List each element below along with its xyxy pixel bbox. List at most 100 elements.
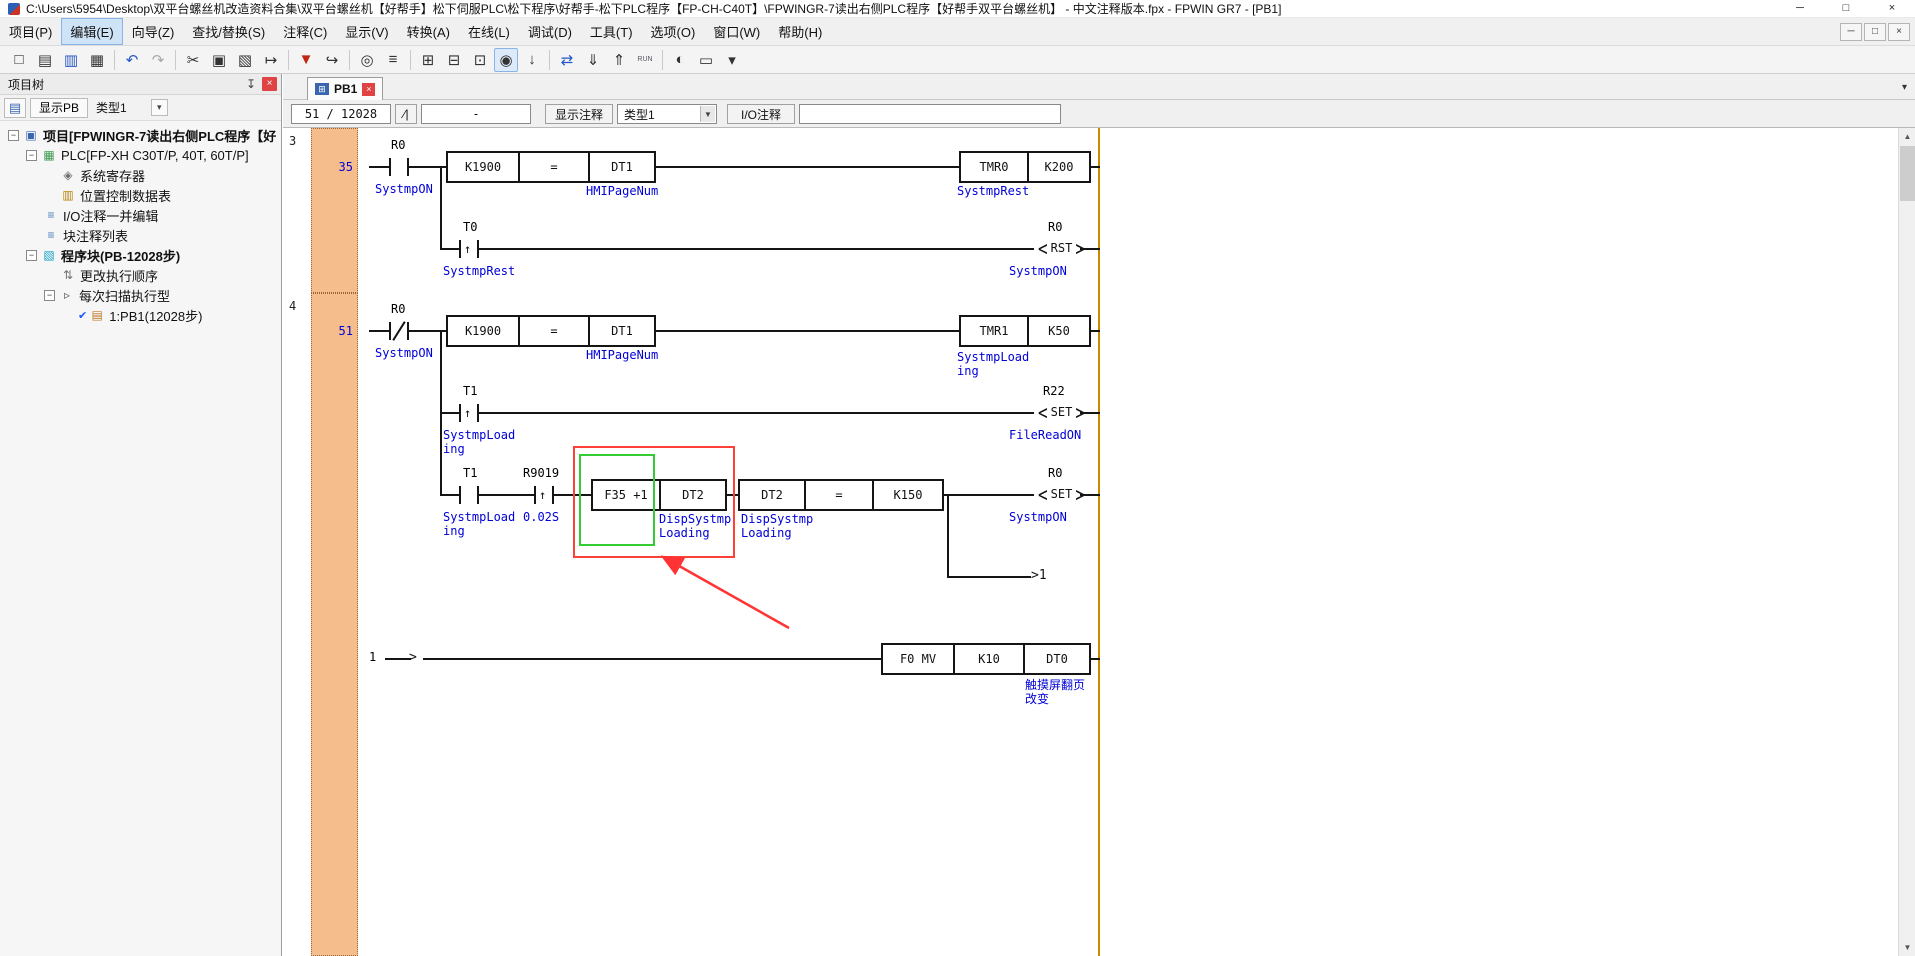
expander-icon[interactable]: − bbox=[26, 150, 37, 161]
block-cell[interactable]: K10 bbox=[953, 645, 1023, 673]
compare-block[interactable]: DT2 = K150 bbox=[738, 479, 944, 511]
io-comment-button[interactable]: I/O注释 bbox=[727, 104, 795, 124]
menu-item-options[interactable]: 选项(O) bbox=[642, 18, 705, 45]
comment-type-combo[interactable]: 类型1 ▼ bbox=[617, 104, 717, 124]
contact-rising-R9019[interactable]: ↑ bbox=[534, 486, 554, 504]
minimize-button[interactable]: ─ bbox=[1777, 0, 1823, 17]
upload-from-plc-icon[interactable]: ⇑ bbox=[607, 48, 631, 72]
menu-item-window[interactable]: 窗口(W) bbox=[704, 18, 769, 45]
block-cell[interactable]: = bbox=[518, 153, 588, 181]
grid-expand-icon[interactable]: ⊞ bbox=[416, 48, 440, 72]
block-cell[interactable]: F0 MV bbox=[883, 645, 953, 673]
block-cell[interactable]: TMR1 bbox=[961, 317, 1027, 345]
tree-item-plc[interactable]: − ▦ PLC[FP-XH C30T/P, 40T, 60T/P] bbox=[0, 145, 281, 165]
device-monitor-icon[interactable]: ▭ bbox=[694, 48, 718, 72]
tree-item-scan-type[interactable]: − ▹ 每次扫描执行型 bbox=[0, 285, 281, 305]
cursor-device-field[interactable]: - bbox=[421, 104, 531, 124]
copy-icon[interactable]: ▣ bbox=[207, 48, 231, 72]
more-tools-icon[interactable]: ▾ bbox=[720, 48, 744, 72]
mdi-close-button[interactable]: × bbox=[1888, 23, 1910, 41]
tree-item-change-order[interactable]: ⇅ 更改执行顺序 bbox=[0, 265, 281, 285]
compare-block[interactable]: K1900 = DT1 bbox=[446, 151, 656, 183]
online-switch-icon[interactable]: ⇄ bbox=[555, 48, 579, 72]
redo-icon[interactable]: ↷ bbox=[146, 48, 170, 72]
block-cell[interactable]: TMR0 bbox=[961, 153, 1027, 181]
block-cell[interactable]: = bbox=[518, 317, 588, 345]
menu-item-convert[interactable]: 转换(A) bbox=[398, 18, 459, 45]
tree-item-block-comment[interactable]: ≡ 块注释列表 bbox=[0, 225, 281, 245]
compare-block[interactable]: K1900 = DT1 bbox=[446, 315, 656, 347]
menu-item-debug[interactable]: 调试(D) bbox=[519, 18, 581, 45]
expander-icon[interactable]: − bbox=[26, 250, 37, 261]
block-cell[interactable]: K200 bbox=[1027, 153, 1089, 181]
download-to-plc-icon[interactable]: ⇓ bbox=[581, 48, 605, 72]
label-number[interactable]: 1 bbox=[369, 650, 376, 664]
comment-edit-field[interactable] bbox=[799, 104, 1061, 124]
monitor-toggle-icon[interactable]: ◉ bbox=[494, 48, 518, 72]
show-comment-button[interactable]: 显示注释 bbox=[545, 104, 613, 124]
block-cell[interactable]: DT0 bbox=[1023, 645, 1089, 673]
vertical-scrollbar[interactable]: ▲ ▼ bbox=[1898, 128, 1915, 956]
comment-icon[interactable]: ≡ bbox=[381, 48, 405, 72]
contact-rising-T1[interactable]: ↑ bbox=[459, 404, 479, 422]
tree-item-io-comment[interactable]: ≡ I/O注释一并编辑 bbox=[0, 205, 281, 225]
show-pb-button[interactable]: 显示PB bbox=[30, 98, 88, 118]
menu-item-project[interactable]: 项目(P) bbox=[0, 18, 61, 45]
run-mode-icon[interactable]: RUN bbox=[633, 48, 657, 72]
find-icon[interactable]: ◎ bbox=[355, 48, 379, 72]
contact-rising-T0[interactable]: ↑ bbox=[459, 240, 479, 258]
expander-icon[interactable]: − bbox=[8, 130, 19, 141]
grid-edit-icon[interactable]: ⊡ bbox=[468, 48, 492, 72]
panel-close-button[interactable]: × bbox=[262, 77, 277, 91]
cut-icon[interactable]: ✂ bbox=[181, 48, 205, 72]
tab-close-button[interactable]: × bbox=[362, 83, 375, 96]
save-icon[interactable]: ▥ bbox=[59, 48, 83, 72]
block-cell[interactable]: K1900 bbox=[448, 153, 518, 181]
tree-item-project[interactable]: − ▣ 项目[FPWINGR-7读出右侧PLC程序【好 bbox=[0, 125, 281, 145]
contact-nc-R0[interactable] bbox=[389, 322, 409, 340]
block-cell[interactable]: DT2 bbox=[740, 481, 804, 509]
close-button[interactable]: × bbox=[1869, 0, 1915, 17]
mdi-restore-button[interactable]: □ bbox=[1864, 23, 1886, 41]
timer-block-tmr1[interactable]: TMR1 K50 bbox=[959, 315, 1091, 347]
menu-item-online[interactable]: 在线(L) bbox=[459, 18, 519, 45]
insert-row-icon[interactable]: ↦ bbox=[259, 48, 283, 72]
block-cell[interactable]: = bbox=[804, 481, 872, 509]
menu-item-view[interactable]: 显示(V) bbox=[336, 18, 397, 45]
timer-block-tmr0[interactable]: TMR0 K200 bbox=[959, 151, 1091, 183]
menu-item-find-replace[interactable]: 查找/替换(S) bbox=[183, 18, 274, 45]
menu-item-edit[interactable]: 编辑(E) bbox=[61, 18, 122, 45]
grid-collapse-icon[interactable]: ⊟ bbox=[442, 48, 466, 72]
scroll-up-icon[interactable]: ▲ bbox=[1899, 128, 1915, 145]
contact-no-R0[interactable] bbox=[389, 158, 409, 176]
menu-item-tools[interactable]: 工具(T) bbox=[581, 18, 642, 45]
pin-icon[interactable]: ↧ bbox=[243, 77, 259, 91]
tree-filter-icon[interactable]: ▤ bbox=[4, 98, 26, 118]
jump-to-icon[interactable]: ↪ bbox=[320, 48, 344, 72]
tab-list-dropdown-icon[interactable]: ▾ bbox=[1902, 82, 1907, 93]
ladder-editor[interactable]: 3 4 35 51 R0 SystmpON K1900 = DT1 HMIPag… bbox=[283, 128, 1915, 956]
block-cell[interactable]: DT1 bbox=[588, 317, 654, 345]
menu-item-wizard[interactable]: 向导(Z) bbox=[123, 18, 184, 45]
expander-icon[interactable]: − bbox=[44, 290, 55, 301]
block-cell[interactable]: K50 bbox=[1027, 317, 1089, 345]
chevron-down-icon[interactable]: ▼ bbox=[700, 106, 715, 122]
move-block-f0[interactable]: F0 MV K10 DT0 bbox=[881, 643, 1091, 675]
open-file-icon[interactable]: ▤ bbox=[33, 48, 57, 72]
tree-item-system-register[interactable]: ◈ 系统寄存器 bbox=[0, 165, 281, 185]
convert-icon[interactable]: ▼ bbox=[294, 48, 318, 72]
new-file-icon[interactable]: □ bbox=[7, 48, 31, 72]
block-cell[interactable]: K150 bbox=[872, 481, 942, 509]
tree-item-pb1[interactable]: ✔ ▤ 1:PB1(12028步) bbox=[0, 305, 281, 325]
contact-no-T1[interactable] bbox=[459, 486, 479, 504]
menu-item-help[interactable]: 帮助(H) bbox=[769, 18, 831, 45]
undo-icon[interactable]: ↶ bbox=[120, 48, 144, 72]
cursor-mode-button[interactable]: ∕| bbox=[395, 104, 417, 124]
print-icon[interactable]: ▦ bbox=[85, 48, 109, 72]
step-down-icon[interactable]: ↓ bbox=[520, 48, 544, 72]
menu-item-comment[interactable]: 注释(C) bbox=[274, 18, 336, 45]
paste-icon[interactable]: ▧ bbox=[233, 48, 257, 72]
block-cell[interactable]: DT1 bbox=[588, 153, 654, 181]
block-cell[interactable]: K1900 bbox=[448, 317, 518, 345]
tree-item-program-block[interactable]: − ▧ 程序块(PB-12028步) bbox=[0, 245, 281, 265]
